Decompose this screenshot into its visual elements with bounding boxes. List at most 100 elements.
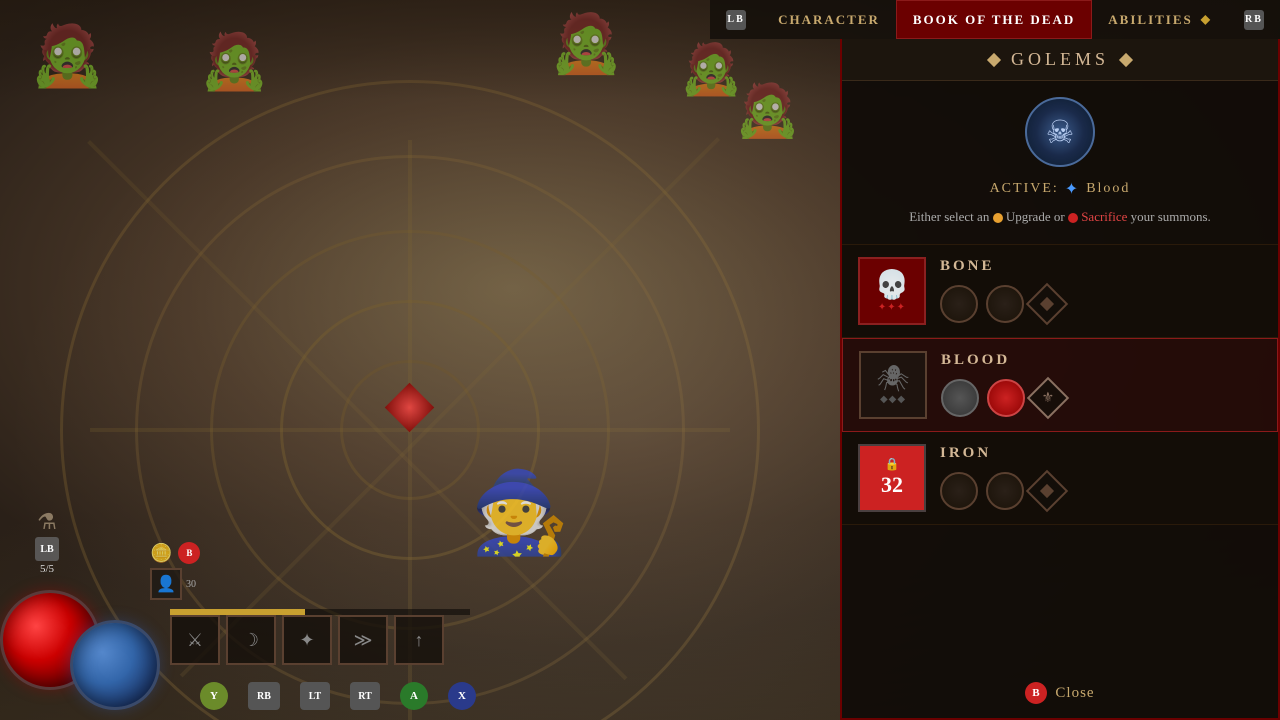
x-button[interactable]: X (448, 682, 476, 710)
lb-controller-btn: LB (726, 10, 746, 30)
action-text: Either select an Upgrade or Sacrifice yo… (909, 207, 1211, 228)
figure-1: 🧟 (30, 20, 105, 91)
skill-icon-5: ↑ (415, 630, 424, 651)
header-diamond-left (987, 52, 1001, 66)
bone-slot-3[interactable] (1026, 283, 1068, 325)
lt-button[interactable]: LT (300, 682, 330, 710)
y-button[interactable]: Y (200, 682, 228, 710)
skill-icon-3: ✦ (299, 630, 314, 651)
bone-golem-row[interactable]: 💀 ✦✦✦ BONE (842, 245, 1278, 338)
iron-slot-3[interactable] (1026, 470, 1068, 512)
skill-slot-5[interactable]: ↑ (394, 615, 444, 665)
character-silhouette: 🧙 (470, 466, 570, 560)
active-text: ACTIVE: (990, 181, 1059, 197)
ctrl-rb-item: RB (248, 682, 280, 710)
main-panel: GOLEMS ACTIVE: ✦ Blood Either select an … (840, 39, 1280, 720)
panel-title: GOLEMS (1011, 49, 1109, 70)
iron-golem-name: IRON (940, 445, 1262, 462)
rb-button[interactable]: RB (248, 682, 280, 710)
ctrl-x-item: X (448, 682, 476, 710)
bone-slot-1[interactable] (940, 285, 978, 323)
sacrifice-label: Sacrifice (1081, 209, 1127, 224)
top-navigation: LB CHARACTER BOOK OF THE DEAD ABILITIES … (710, 0, 1280, 39)
figure-5: 🧟 (735, 80, 800, 141)
header-diamond-right (1119, 52, 1133, 66)
bone-golem-name: BONE (940, 258, 1262, 275)
close-button[interactable]: B Close (842, 668, 1278, 718)
lock-icon: 🔒 (885, 457, 900, 472)
blood-golem-thumbnail: 🕷 ◆◆◆ (859, 351, 927, 419)
nav-book-button[interactable]: BOOK OF THE DEAD (896, 0, 1092, 39)
iron-number: 32 (881, 472, 903, 498)
action-text-1: Either select an (909, 209, 989, 224)
iron-golem-slots (940, 472, 1262, 510)
active-golem-section: ACTIVE: ✦ Blood Either select an Upgrade… (842, 81, 1278, 245)
rt-button[interactable]: RT (350, 682, 380, 710)
spark-icon: ✦ (1065, 179, 1080, 199)
iron-golem-thumbnail: 🔒 32 (858, 444, 926, 512)
mini-portrait: 👤 (150, 568, 182, 600)
skill-bar: ⚔ ☽ ✦ ≫ ↑ (170, 615, 444, 665)
a-button[interactable]: A (400, 682, 428, 710)
blood-golem-slots: ⚜ (941, 379, 1261, 417)
bone-sub-icon: ✦✦✦ (878, 302, 906, 313)
figure-3: 🧟 (550, 10, 622, 78)
lb-indicator: ⚗ LB 5/5 (35, 509, 59, 575)
mana-orb (70, 620, 160, 710)
panel-header: GOLEMS (842, 39, 1278, 81)
blood-slot-1[interactable] (941, 379, 979, 417)
sacrifice-dot-icon (1068, 213, 1078, 223)
action-text-2: or (1054, 209, 1065, 224)
skill-slot-2[interactable]: ☽ (226, 615, 276, 665)
ctrl-a-item: A (400, 682, 428, 710)
nav-abilities-button[interactable]: ABILITIES ◆ (1092, 0, 1228, 39)
figure-4: 🧟 (680, 40, 742, 99)
upgrade-label: Upgrade (1006, 209, 1051, 224)
close-label: Close (1055, 685, 1094, 702)
rb-controller-btn: RB (1244, 10, 1264, 30)
nav-rb-button[interactable]: RB (1228, 0, 1280, 39)
iron-golem-info: IRON (940, 445, 1262, 510)
ctrl-y: Y (200, 682, 228, 710)
skill-icon-4: ≫ (354, 630, 373, 651)
active-label: ACTIVE: ✦ Blood (990, 179, 1131, 199)
skill-icon-1: ⚔ (187, 630, 203, 651)
iron-slot-1[interactable] (940, 472, 978, 510)
lb-stack-count: 5/5 (40, 563, 54, 575)
blood-golem-row[interactable]: 🕷 ◆◆◆ BLOOD ⚜ (842, 338, 1278, 432)
blood-slot-2[interactable] (987, 379, 1025, 417)
active-golem-icon (1025, 97, 1095, 167)
iron-slot-3-inner (1040, 484, 1054, 498)
skill-slot-4[interactable]: ≫ (338, 615, 388, 665)
blood-spider-icon: 🕷 (876, 364, 909, 394)
nav-lb-button[interactable]: LB (710, 0, 762, 39)
iron-golem-number-display: 🔒 32 (860, 446, 924, 510)
skill-slot-1[interactable]: ⚔ (170, 615, 220, 665)
abilities-label: ABILITIES (1108, 12, 1192, 28)
bone-skull-icon: 💀 (875, 268, 910, 302)
bone-golem-thumbnail: 💀 ✦✦✦ (858, 257, 926, 325)
abilities-diamond-icon: ◆ (1201, 12, 1212, 27)
blood-golem-info: BLOOD ⚜ (941, 352, 1261, 417)
coin-icon: 🪙 (150, 543, 172, 564)
resource-number: 30 (186, 579, 196, 590)
ctrl-lt-item: LT (300, 682, 330, 710)
bone-golem-slots (940, 285, 1262, 323)
active-type: Blood (1086, 181, 1130, 197)
book-label: BOOK OF THE DEAD (913, 12, 1075, 28)
figure-2: 🧟 (200, 30, 268, 94)
mini-hud-area: 🪙 B 👤 30 (150, 542, 200, 600)
skill-slot-3[interactable]: ✦ (282, 615, 332, 665)
blood-sub-icon: ◆◆◆ (880, 394, 906, 405)
red-badge: B (178, 542, 200, 564)
bone-golem-info: BONE (940, 258, 1262, 323)
blood-golem-name: BLOOD (941, 352, 1261, 369)
iron-slot-2[interactable] (986, 472, 1024, 510)
nav-character-button[interactable]: CHARACTER (762, 0, 896, 39)
spacer (842, 525, 1278, 668)
character-label: CHARACTER (778, 12, 880, 28)
iron-golem-row[interactable]: 🔒 32 IRON (842, 432, 1278, 525)
lb-button-hud: LB (35, 537, 59, 561)
blood-slot-3[interactable]: ⚜ (1027, 377, 1069, 419)
bone-slot-2[interactable] (986, 285, 1024, 323)
